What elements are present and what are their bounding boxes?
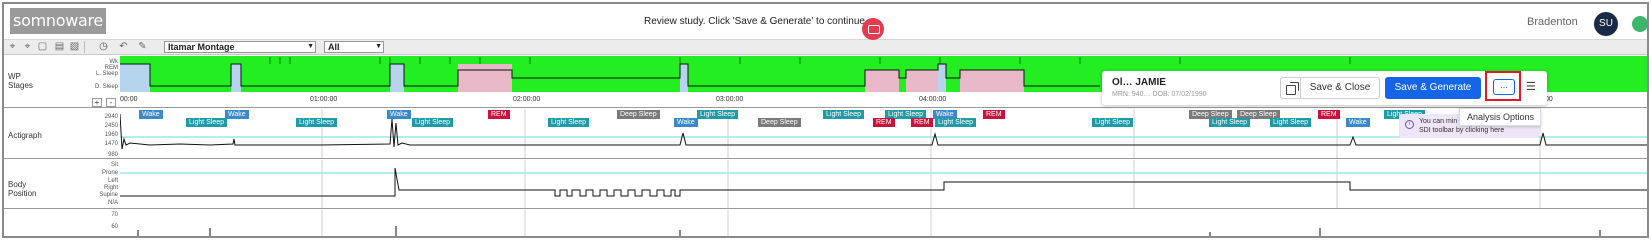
patient-identifiers: MRN: 940… DOB: 07/02/1990: [1112, 91, 1207, 98]
patient-name: Ol… JAMIE: [1112, 77, 1166, 88]
body-position-trace: [120, 160, 1647, 208]
y-label: D. Sleep: [94, 84, 118, 90]
body-position-plot[interactable]: [120, 160, 1647, 208]
bottom-signal-trace: [137, 210, 1601, 236]
chevron-down-icon: ▼: [375, 43, 382, 50]
time-tick: 00:00: [120, 96, 138, 103]
event-label[interactable]: REM: [488, 110, 510, 119]
y-label: Left: [107, 178, 118, 184]
event-label[interactable]: Light Sleep: [186, 118, 228, 127]
y-label: 2940: [104, 114, 118, 120]
event-label[interactable]: Light Sleep: [1209, 118, 1251, 127]
expand-button[interactable]: +: [92, 98, 102, 107]
user-avatar[interactable]: SU: [1594, 12, 1618, 36]
montage-select[interactable]: Itamar Montage ▼: [164, 41, 316, 53]
actigraph-label: Actigraph: [8, 131, 42, 140]
event-label[interactable]: Wake: [139, 110, 163, 119]
y-label: 70: [111, 212, 118, 218]
briefcase-icon[interactable]: [862, 18, 884, 40]
event-label[interactable]: Light Sleep: [1270, 118, 1312, 127]
somnoware-logo[interactable]: somnoware: [10, 8, 106, 34]
event-label[interactable]: Light Sleep: [823, 110, 865, 119]
print-icon[interactable]: ▧: [68, 41, 81, 53]
chevron-down-icon: ▼: [307, 43, 314, 50]
stages-y-axis: Wk REM L. Sleep D. Sleep + -: [80, 56, 120, 107]
save-close-button[interactable]: Save & Close: [1300, 77, 1380, 99]
layers-icon[interactable]: ▤: [53, 41, 66, 53]
body-position-label: Body Position: [8, 180, 37, 198]
collapse-button[interactable]: -: [106, 98, 116, 107]
clock-icon[interactable]: ◷: [97, 41, 110, 53]
y-label: 2450: [104, 123, 118, 129]
y-label: 1960: [104, 132, 118, 138]
event-label[interactable]: REM: [911, 118, 933, 127]
pencil-icon[interactable]: ✎: [136, 41, 149, 53]
zoom-out-icon[interactable]: ⌖: [21, 41, 34, 53]
y-label: 60: [111, 224, 118, 230]
event-label[interactable]: Deep Sleep: [617, 110, 660, 119]
location-label[interactable]: Bradenton: [1527, 16, 1578, 28]
zoom-fit-icon[interactable]: ▢: [36, 41, 49, 53]
y-label: 1470: [104, 141, 118, 147]
event-label[interactable]: Wake: [1346, 118, 1370, 127]
event-label[interactable]: Light Sleep: [412, 118, 454, 127]
y-label: Prone: [101, 170, 118, 176]
event-label[interactable]: REM: [983, 110, 1005, 119]
time-tick: 02:00:00: [513, 96, 541, 103]
montage-select-value: Itamar Montage: [168, 42, 235, 52]
bottom-y-axis: 70 60: [80, 210, 120, 236]
zoom-in-icon[interactable]: ⌖: [6, 41, 19, 53]
viewer-toolbar: ⌖ ⌖ ▢ ▤ ▧ ◷ ↶ ✎ Itamar Montage ▼ All ▼: [4, 40, 1647, 55]
status-dot-icon[interactable]: [1632, 16, 1647, 32]
filter-select[interactable]: All ▼: [324, 41, 384, 53]
event-label[interactable]: REM: [1318, 110, 1340, 119]
event-label[interactable]: Light Sleep: [296, 118, 338, 127]
analysis-options-menu-item[interactable]: Analysis Options: [1459, 108, 1541, 126]
event-label[interactable]: Wake: [387, 110, 411, 119]
filter-select-value: All: [328, 42, 340, 52]
review-message: Review study. Click 'Save & Generate' to…: [644, 16, 868, 27]
body-position-y-axis: Sit Prone Left Right Supine N/A: [80, 160, 120, 208]
event-label[interactable]: Light Sleep: [697, 110, 739, 119]
app-frame: somnoware Review study. Click 'Save & Ge…: [2, 2, 1649, 238]
bottom-signal-plot[interactable]: [120, 210, 1647, 236]
time-tick: 03:00:00: [716, 96, 744, 103]
stages-label: WP Stages: [8, 72, 33, 90]
list-icon[interactable]: ☰: [1526, 80, 1540, 94]
bottom-signal-row: 70 60: [4, 210, 1647, 236]
info-icon: i: [1405, 120, 1414, 129]
event-label[interactable]: REM: [873, 118, 895, 127]
y-label: Right: [103, 185, 118, 191]
event-label[interactable]: Deep Sleep: [758, 118, 801, 127]
more-options-highlight: ...: [1485, 71, 1521, 101]
body-position-row: Body Position Sit Prone Left Right Supin…: [4, 160, 1647, 209]
y-label: L. Sleep: [95, 71, 118, 77]
more-options-button[interactable]: ...: [1493, 79, 1515, 95]
time-tick: 01:00:00: [310, 96, 338, 103]
event-label[interactable]: Light Sleep: [1092, 118, 1134, 127]
app-header: somnoware Review study. Click 'Save & Ge…: [4, 4, 1647, 40]
y-label: Sit: [110, 162, 118, 168]
undo-icon[interactable]: ↶: [117, 41, 130, 53]
actigraph-y-axis: 2940 2450 1960 1470 980: [80, 109, 120, 158]
event-label[interactable]: Wake: [674, 118, 698, 127]
study-action-bar: Ol… JAMIE MRN: 940… DOB: 07/02/1990 Save…: [1102, 71, 1547, 105]
y-label: Supine: [99, 192, 118, 198]
separator: [84, 41, 97, 53]
copy-icon[interactable]: [1280, 77, 1302, 99]
time-tick: 04:00:00: [919, 96, 947, 103]
y-label: 980: [107, 152, 118, 158]
event-label[interactable]: Light Sleep: [548, 118, 590, 127]
event-label[interactable]: Wake: [225, 110, 249, 119]
save-generate-button[interactable]: Save & Generate: [1385, 77, 1481, 99]
y-label: N/A: [107, 200, 118, 206]
event-label[interactable]: Light Sleep: [935, 118, 977, 127]
